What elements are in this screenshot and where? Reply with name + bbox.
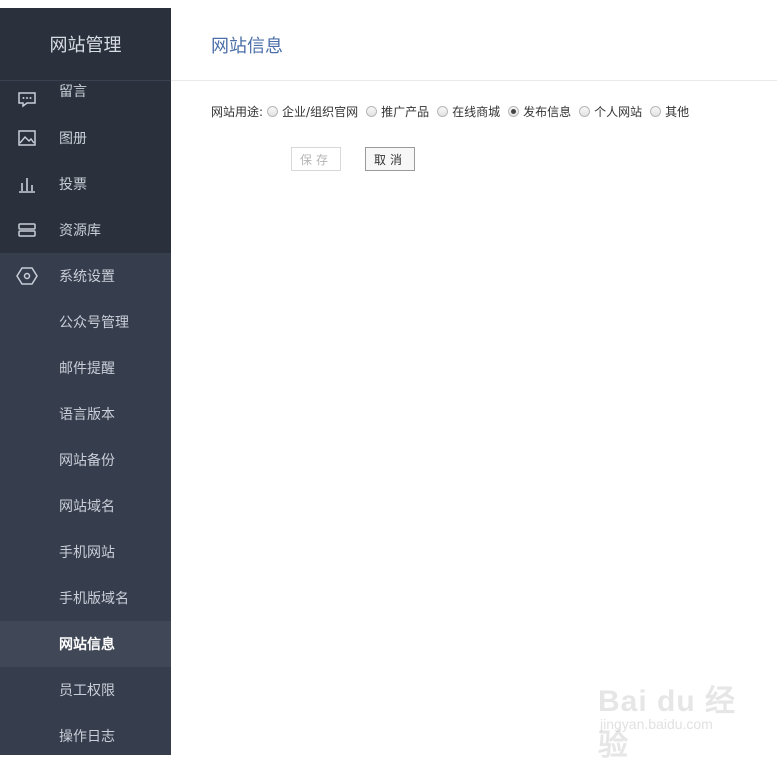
radio-option-publish-info[interactable]: 发布信息: [508, 103, 571, 120]
sidebar-item-system-settings[interactable]: 系统设置: [0, 253, 171, 299]
cancel-button[interactable]: 取消: [365, 147, 415, 171]
sidebar-item-label: 系统设置: [59, 269, 115, 285]
sidebar-item-album[interactable]: 图册: [0, 115, 171, 161]
radio-label: 个人网站: [594, 105, 643, 119]
sidebar-item-label: 投票: [59, 177, 87, 193]
sidebar-item-backup[interactable]: 网站备份: [0, 437, 171, 483]
sidebar-item-staff-permissions[interactable]: 员工权限: [0, 667, 171, 713]
radio-option-enterprise[interactable]: 企业/组织官网: [267, 103, 358, 120]
main-content: 网站用途: 企业/组织官网 推广产品 在线商城 发布信息 个人网站 其他 保存 …: [171, 81, 777, 755]
sidebar-item-label: 网站域名: [59, 499, 115, 515]
sidebar-item-label: 图册: [59, 131, 87, 147]
database-icon: [16, 219, 38, 241]
radio-button[interactable]: [366, 106, 378, 117]
sidebar-item-label: 网站备份: [59, 453, 115, 469]
radio-option-online-store[interactable]: 在线商城: [437, 103, 500, 120]
radio-button-selected[interactable]: [508, 106, 520, 117]
radio-button[interactable]: [267, 106, 279, 117]
watermark: Bai du 经验 jingyan.baidu.com: [598, 672, 748, 762]
page-title: 网站信息: [211, 36, 283, 57]
site-usage-radio-group: 网站用途: 企业/组织官网 推广产品 在线商城 发布信息 个人网站 其他: [211, 103, 697, 120]
radio-option-personal-site[interactable]: 个人网站: [579, 103, 642, 120]
sidebar-item-domain[interactable]: 网站域名: [0, 483, 171, 529]
sidebar-item-label: 留言: [59, 84, 87, 100]
image-icon: [16, 127, 38, 149]
sidebar-menu: 留言 图册 投票 资源库 系统设置 公众号管理 邮件提醒 语言版本 网站备份 网…: [0, 81, 171, 755]
sidebar-item-label: 手机版域名: [59, 591, 129, 607]
sidebar-item-label: 资源库: [59, 223, 101, 239]
sidebar-item-mobile-site[interactable]: 手机网站: [0, 529, 171, 575]
radio-option-other[interactable]: 其他: [650, 103, 689, 120]
sidebar-item-label: 邮件提醒: [59, 361, 115, 377]
settings-hexagon-icon: [16, 265, 38, 287]
radio-label: 其他: [665, 105, 690, 119]
radio-option-promote-products[interactable]: 推广产品: [366, 103, 429, 120]
radio-button[interactable]: [437, 106, 449, 117]
radio-label: 企业/组织官网: [282, 105, 359, 119]
save-button[interactable]: 保存: [291, 147, 341, 171]
sidebar-item-site-info[interactable]: 网站信息: [0, 621, 171, 667]
watermark-url: jingyan.baidu.com: [600, 716, 713, 732]
radio-label: 在线商城: [452, 105, 501, 119]
sidebar-item-wechat-mgmt[interactable]: 公众号管理: [0, 299, 171, 345]
sidebar-item-language[interactable]: 语言版本: [0, 391, 171, 437]
sidebar-item-vote[interactable]: 投票: [0, 161, 171, 207]
sidebar-item-label: 操作日志: [59, 729, 115, 745]
radio-label: 推广产品: [381, 105, 430, 119]
sidebar-item-resources[interactable]: 资源库: [0, 207, 171, 253]
sidebar-item-mobile-domain[interactable]: 手机版域名: [0, 575, 171, 621]
sidebar-item-operation-log[interactable]: 操作日志: [0, 713, 171, 755]
radio-button[interactable]: [579, 106, 591, 117]
sidebar-item-label: 语言版本: [59, 407, 115, 423]
site-usage-label: 网站用途:: [211, 105, 264, 119]
page-header: 网站信息: [171, 8, 777, 81]
sidebar-title: 网站管理: [0, 8, 171, 81]
comment-icon: [16, 89, 38, 111]
top-strip: [0, 0, 777, 8]
bar-chart-icon: [16, 173, 38, 195]
sidebar-item-label: 公众号管理: [59, 315, 129, 331]
sidebar-item-label: 手机网站: [59, 545, 115, 561]
radio-label: 发布信息: [523, 105, 572, 119]
sidebar: 网站管理 留言 图册 投票 资源库 系统设置 公众号管理 邮件提醒 语言版本 网…: [0, 8, 171, 755]
sidebar-item-label: 员工权限: [59, 683, 115, 699]
radio-button[interactable]: [650, 106, 662, 117]
sidebar-item-label: 网站信息: [59, 637, 115, 653]
sidebar-item-email-reminder[interactable]: 邮件提醒: [0, 345, 171, 391]
sidebar-item-comments[interactable]: 留言: [0, 81, 171, 115]
